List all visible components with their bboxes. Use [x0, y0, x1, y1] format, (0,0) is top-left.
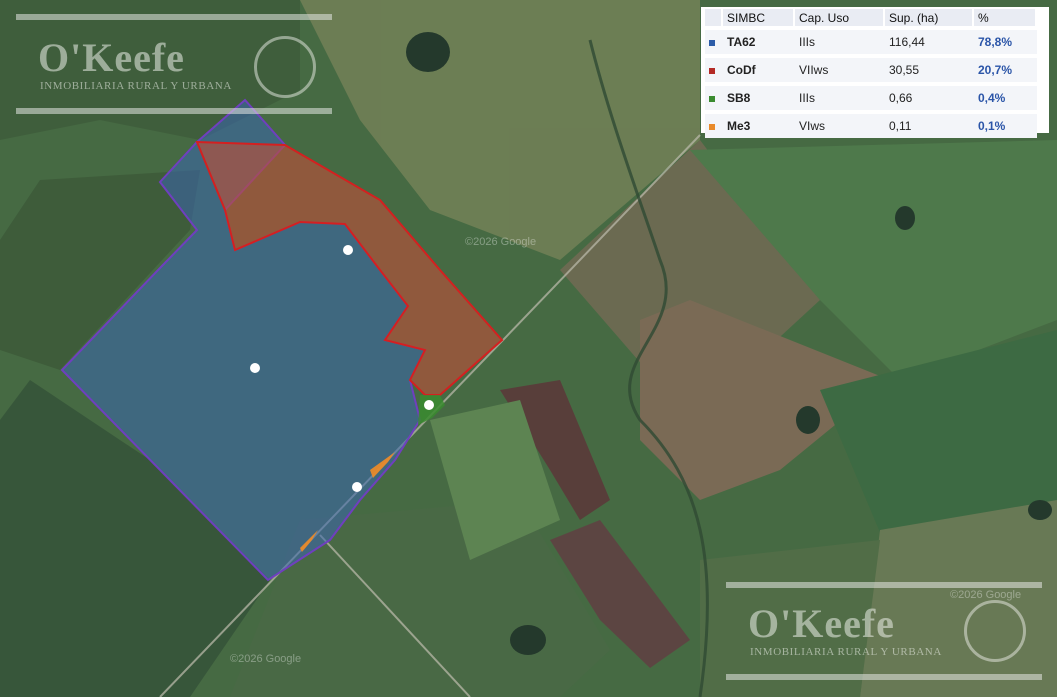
legend-sup: 0,66: [884, 82, 974, 110]
soil-legend-table: SIMBC Cap. Uso Sup. (ha) % TA62 IIIs 116…: [701, 7, 1049, 138]
legend-row: TA62 IIIs 116,44 78,8%: [705, 26, 1037, 54]
legend-code: Me3: [723, 110, 795, 138]
legend-swatch: [705, 110, 723, 138]
map-attribution: ©2026 Google: [230, 653, 301, 665]
header-pct: %: [973, 9, 1037, 26]
map-attribution: ©2026 Google: [950, 589, 1021, 601]
sample-point[interactable]: [352, 482, 362, 492]
legend-swatch: [705, 82, 723, 110]
legend-swatch-icon: [709, 124, 715, 130]
legend-sup: 0,11: [884, 110, 974, 138]
legend-cap: VIIws: [794, 54, 885, 82]
sample-point[interactable]: [424, 400, 434, 410]
header-simbc: SIMBC: [723, 9, 795, 26]
legend-swatch-icon: [709, 68, 715, 74]
legend-cap: IIIs: [794, 26, 885, 54]
legend-code: TA62: [723, 26, 795, 54]
header-sup: Sup. (ha): [884, 9, 974, 26]
legend-code: SB8: [723, 82, 795, 110]
legend-pct: 20,7%: [973, 54, 1037, 82]
legend-cap: IIIs: [794, 82, 885, 110]
legend-cap: VIws: [794, 110, 885, 138]
legend-row: Me3 VIws 0,11 0,1%: [705, 110, 1037, 138]
legend-swatch: [705, 26, 723, 54]
legend-pct: 0,4%: [973, 82, 1037, 110]
header-swatch-col: [705, 9, 723, 26]
legend-sup: 116,44: [884, 26, 974, 54]
legend-row: CoDf VIIws 30,55 20,7%: [705, 54, 1037, 82]
legend-table: SIMBC Cap. Uso Sup. (ha) % TA62 IIIs 116…: [705, 9, 1037, 138]
legend-sup: 30,55: [884, 54, 974, 82]
legend-row: SB8 IIIs 0,66 0,4%: [705, 82, 1037, 110]
legend-swatch-icon: [709, 96, 715, 102]
legend-swatch-icon: [709, 40, 715, 46]
legend-header-row: SIMBC Cap. Uso Sup. (ha) %: [705, 9, 1037, 26]
header-cap-uso: Cap. Uso: [794, 9, 885, 26]
legend-pct: 78,8%: [973, 26, 1037, 54]
legend-code: CoDf: [723, 54, 795, 82]
sample-point[interactable]: [250, 363, 260, 373]
legend-swatch: [705, 54, 723, 82]
map-attribution: ©2026 Google: [465, 236, 536, 248]
sample-point[interactable]: [343, 245, 353, 255]
legend-pct: 0,1%: [973, 110, 1037, 138]
